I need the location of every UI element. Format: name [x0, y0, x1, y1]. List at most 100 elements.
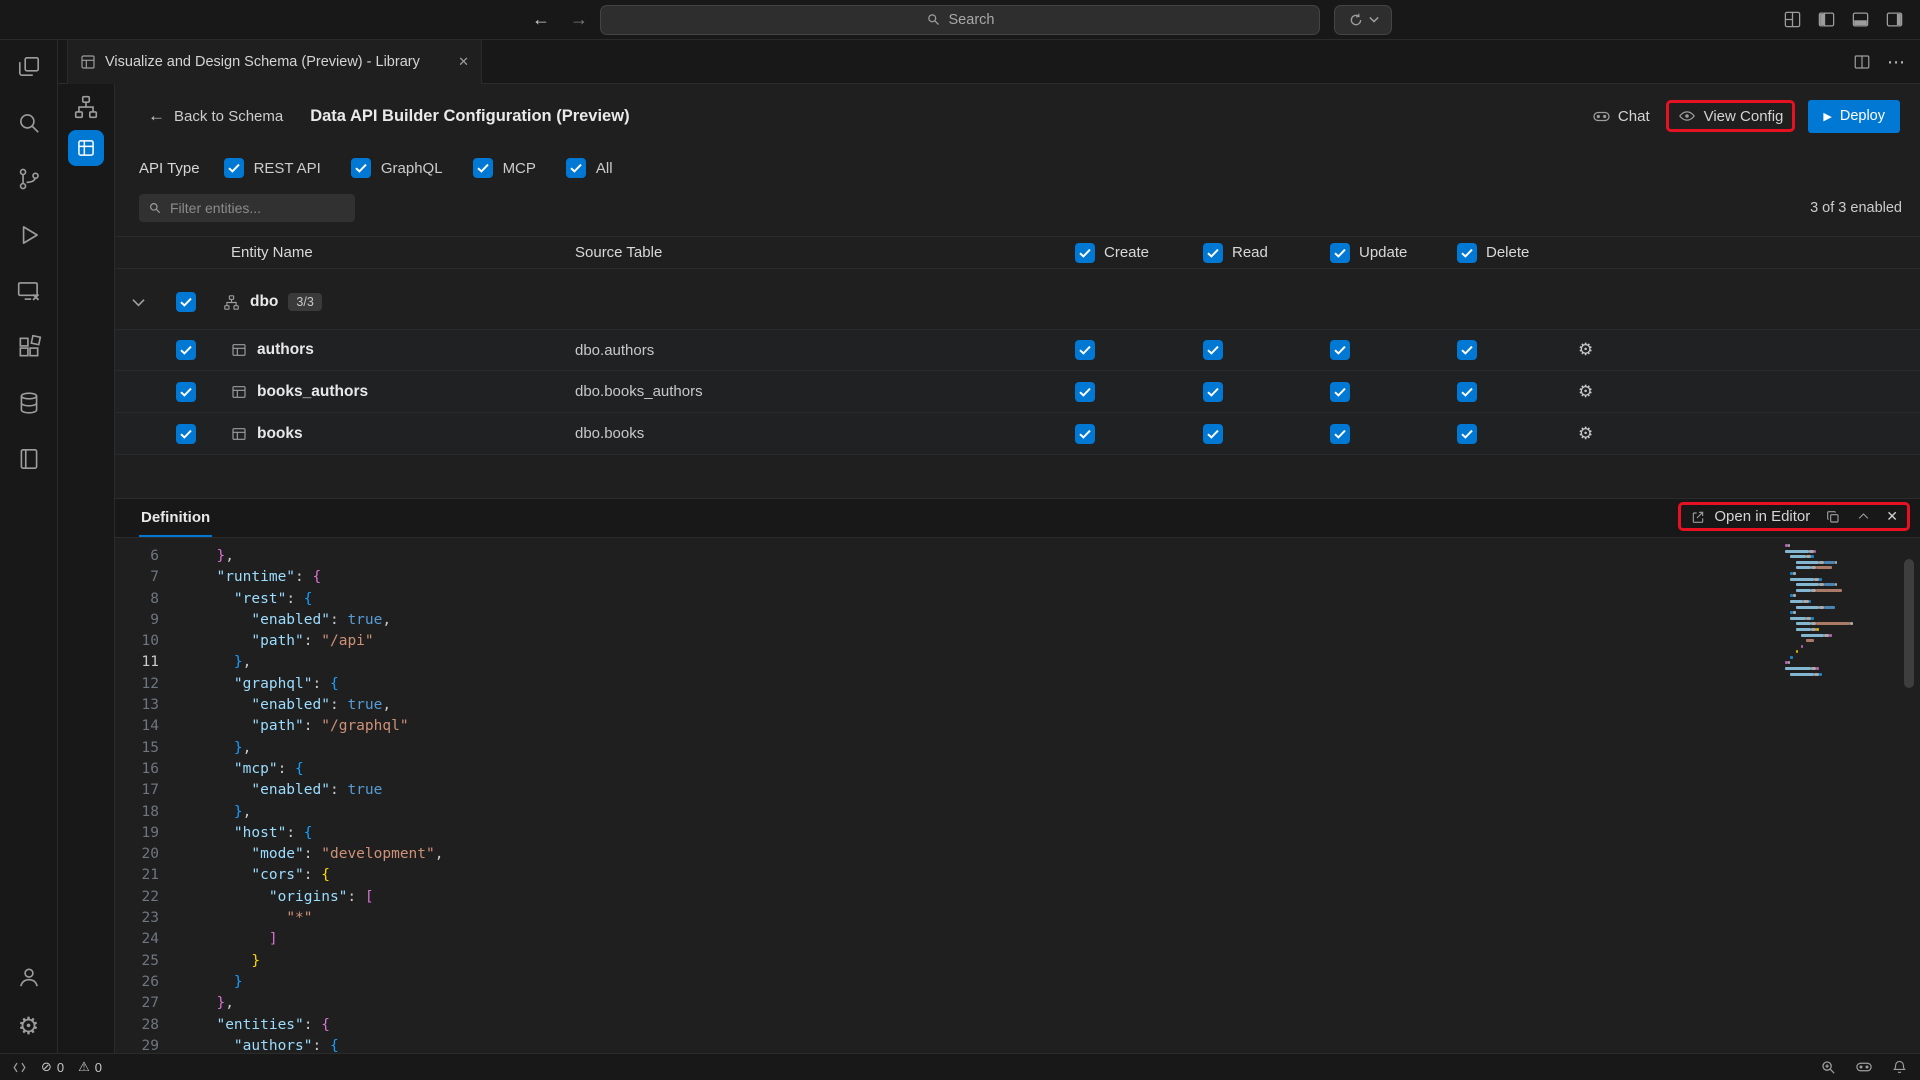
- row-checkbox-read[interactable]: [1203, 340, 1223, 360]
- code-line[interactable]: 28 "entities": {: [115, 1015, 1920, 1036]
- editor-scrollbar[interactable]: [1904, 559, 1914, 688]
- column-checkbox-read[interactable]: [1203, 243, 1223, 263]
- row-checkbox-create[interactable]: [1075, 424, 1095, 444]
- chevron-down-icon[interactable]: [132, 298, 161, 307]
- code-line[interactable]: 13 "enabled": true,: [115, 695, 1920, 716]
- main-content: ← Back to Schema Data API Builder Config…: [115, 84, 1920, 1053]
- entity-row-books_authors[interactable]: books_authorsdbo.books_authors⚙: [115, 371, 1920, 413]
- deploy-button[interactable]: ▶ Deploy: [1808, 100, 1900, 133]
- api-option-checkbox-mcp[interactable]: [473, 158, 493, 178]
- toggle-panel-icon[interactable]: [1851, 10, 1870, 29]
- back-to-schema-link[interactable]: ← Back to Schema: [148, 106, 283, 126]
- editor-more-actions-icon[interactable]: ⋯: [1887, 52, 1906, 73]
- group-row-dbo[interactable]: dbo 3/3: [115, 281, 1920, 323]
- remote-indicator-icon[interactable]: [12, 1060, 27, 1075]
- code-line[interactable]: 17 "enabled": true: [115, 780, 1920, 801]
- api-option-checkbox-all[interactable]: [566, 158, 586, 178]
- line-number: 10: [115, 631, 159, 652]
- column-checkbox-create[interactable]: [1075, 243, 1095, 263]
- minimap[interactable]: [1780, 544, 1892, 678]
- row-settings-gear-icon[interactable]: ⚙: [1560, 424, 1920, 444]
- nav-forward-icon[interactable]: →: [570, 9, 588, 30]
- search-view-icon[interactable]: [16, 110, 42, 136]
- code-line[interactable]: 9 "enabled": true,: [115, 610, 1920, 631]
- row-checkbox-update[interactable]: [1330, 382, 1350, 402]
- row-checkbox-read[interactable]: [1203, 424, 1223, 444]
- settings-gear-icon[interactable]: ⚙: [18, 1012, 40, 1041]
- code-line[interactable]: 8 "rest": {: [115, 589, 1920, 610]
- row-checkbox-delete[interactable]: [1457, 340, 1477, 360]
- copilot-status-icon[interactable]: [1855, 1058, 1873, 1076]
- column-checkbox-delete[interactable]: [1457, 243, 1477, 263]
- row-checkbox-update[interactable]: [1330, 424, 1350, 444]
- visualize-schema-icon[interactable]: [73, 94, 99, 120]
- notebook-icon[interactable]: [16, 446, 42, 472]
- remote-explorer-disconnected-icon[interactable]: [16, 278, 42, 304]
- toggle-primary-sidebar-icon[interactable]: [1817, 10, 1836, 29]
- problems-indicator[interactable]: ⊘ 0 ⚠ 0: [41, 1059, 102, 1075]
- code-line[interactable]: 21 "cors": {: [115, 865, 1920, 886]
- code-line[interactable]: 12 "graphql": {: [115, 674, 1920, 695]
- entity-row-authors[interactable]: authorsdbo.authors⚙: [115, 329, 1920, 371]
- row-checkbox-create[interactable]: [1075, 340, 1095, 360]
- code-line[interactable]: 27 },: [115, 993, 1920, 1014]
- code-line[interactable]: 14 "path": "/graphql": [115, 716, 1920, 737]
- code-line[interactable]: 29 "authors": {: [115, 1036, 1920, 1053]
- run-and-debug-icon[interactable]: [16, 222, 42, 248]
- account-icon[interactable]: [16, 964, 42, 990]
- view-config-button[interactable]: View Config: [1678, 107, 1784, 125]
- row-checkbox-read[interactable]: [1203, 382, 1223, 402]
- tab-visualize-design-schema[interactable]: Visualize and Design Schema (Preview) - …: [67, 40, 482, 84]
- copy-icon[interactable]: [1825, 509, 1841, 525]
- row-settings-gear-icon[interactable]: ⚙: [1560, 382, 1920, 402]
- tab-close-icon[interactable]: ✕: [458, 54, 469, 70]
- definition-tab[interactable]: Definition: [139, 499, 212, 537]
- api-option-checkbox-rest-api[interactable]: [224, 158, 244, 178]
- close-panel-icon[interactable]: ✕: [1886, 508, 1898, 525]
- collapse-panel-icon[interactable]: [1856, 509, 1871, 524]
- library-explorer-icon[interactable]: [16, 54, 42, 80]
- row-checkbox-update[interactable]: [1330, 340, 1350, 360]
- code-line[interactable]: 22 "origins": [: [115, 887, 1920, 908]
- api-option-checkbox-graphql[interactable]: [351, 158, 371, 178]
- extensions-icon[interactable]: [16, 334, 42, 360]
- row-checkbox-delete[interactable]: [1457, 382, 1477, 402]
- group-checkbox[interactable]: [176, 292, 196, 312]
- code-line[interactable]: 18 },: [115, 802, 1920, 823]
- toggle-secondary-sidebar-icon[interactable]: [1885, 10, 1904, 29]
- code-line[interactable]: 25 }: [115, 951, 1920, 972]
- customize-layout-icon[interactable]: [1783, 10, 1802, 29]
- source-control-icon[interactable]: [16, 166, 42, 192]
- entity-row-books[interactable]: booksdbo.books⚙: [115, 413, 1920, 455]
- design-schema-active-icon[interactable]: [68, 130, 104, 166]
- code-line[interactable]: 7 "runtime": {: [115, 567, 1920, 588]
- code-line[interactable]: 15 },: [115, 738, 1920, 759]
- row-checkbox-create[interactable]: [1075, 382, 1095, 402]
- code-line[interactable]: 10 "path": "/api": [115, 631, 1920, 652]
- column-checkbox-update[interactable]: [1330, 243, 1350, 263]
- filter-entities-input[interactable]: [170, 200, 330, 216]
- split-editor-icon[interactable]: [1853, 53, 1871, 71]
- chat-button[interactable]: Chat: [1592, 107, 1650, 126]
- code-line[interactable]: 26 }: [115, 972, 1920, 993]
- database-icon[interactable]: [16, 390, 42, 416]
- row-settings-gear-icon[interactable]: ⚙: [1560, 340, 1920, 360]
- row-checkbox-books_authors[interactable]: [176, 382, 196, 402]
- zoom-icon[interactable]: [1820, 1059, 1837, 1076]
- code-line[interactable]: 11 },: [115, 652, 1920, 673]
- row-checkbox-authors[interactable]: [176, 340, 196, 360]
- nav-back-icon[interactable]: ←: [532, 9, 550, 30]
- code-line[interactable]: 16 "mcp": {: [115, 759, 1920, 780]
- code-line[interactable]: 24 ]: [115, 929, 1920, 950]
- code-line[interactable]: 6 },: [115, 546, 1920, 567]
- code-line[interactable]: 20 "mode": "development",: [115, 844, 1920, 865]
- session-dropdown[interactable]: [1334, 5, 1392, 35]
- row-checkbox-delete[interactable]: [1457, 424, 1477, 444]
- code-line[interactable]: 19 "host": {: [115, 823, 1920, 844]
- code-line[interactable]: 23 "*": [115, 908, 1920, 929]
- command-center-search[interactable]: Search: [600, 5, 1320, 35]
- open-in-editor-button[interactable]: Open in Editor: [1690, 508, 1810, 525]
- row-checkbox-books[interactable]: [176, 424, 196, 444]
- code-editor[interactable]: 6 },7 "runtime": {8 "rest": {9 "enabled"…: [115, 538, 1920, 1053]
- notifications-bell-icon[interactable]: [1891, 1059, 1908, 1076]
